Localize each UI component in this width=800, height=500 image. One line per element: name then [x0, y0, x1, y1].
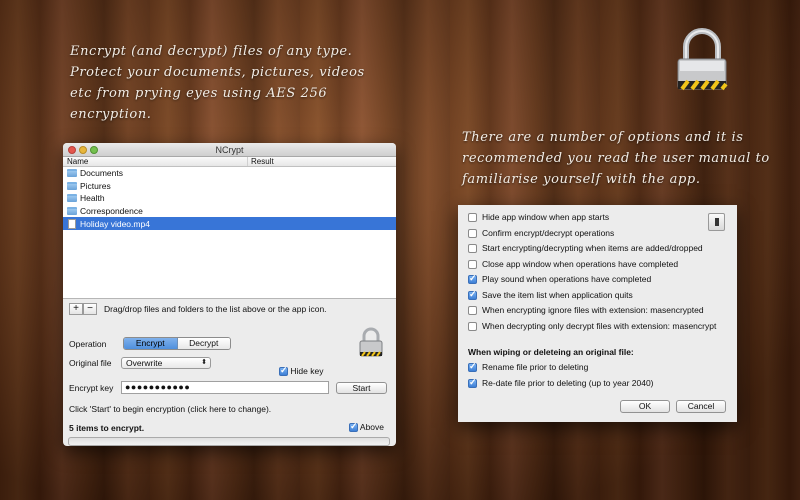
- wipe-section-title: When wiping or deleteing an original fil…: [468, 347, 634, 357]
- checkbox-checked-icon: [468, 377, 477, 388]
- option-checkbox-5[interactable]: Play sound when operations have complete…: [468, 273, 652, 285]
- updown-arrows-icon: ⬍: [201, 359, 207, 366]
- original-file-label: Original file: [69, 358, 112, 368]
- mode-hint[interactable]: Click 'Start' to begin encryption (click…: [69, 404, 271, 414]
- option-checkbox-7[interactable]: When encrypting ignore files with extens…: [468, 305, 704, 316]
- wipe-option-checkbox-2[interactable]: Re-date file prior to deleting (up to ye…: [468, 377, 654, 388]
- option-label: Confirm encrypt/decrypt operations: [482, 227, 615, 238]
- progress-bar: [68, 437, 390, 446]
- folder-icon: [67, 181, 77, 190]
- add-button[interactable]: +: [69, 303, 83, 315]
- file-row[interactable]: Holiday video.mp4: [63, 217, 396, 230]
- checkbox-unchecked-icon: [468, 259, 477, 269]
- option-checkbox-2[interactable]: Confirm encrypt/decrypt operations: [468, 228, 614, 238]
- right-caption: There are a number of options and it is …: [462, 130, 770, 187]
- option-label: When encrypting ignore files with extens…: [482, 305, 704, 315]
- close-button[interactable]: [68, 146, 76, 154]
- option-checkbox-4[interactable]: Close app window when operations have co…: [468, 259, 678, 269]
- above-checkbox[interactable]: Above: [349, 421, 385, 433]
- checkbox-checked-icon: [468, 289, 477, 300]
- checkbox-checked-icon: [468, 361, 477, 373]
- option-checkbox-8[interactable]: When decrypting only decrypt files with …: [468, 321, 716, 331]
- option-label: Rename file prior to deleting: [482, 362, 589, 372]
- cancel-button[interactable]: Cancel: [676, 400, 726, 413]
- option-checkbox-6[interactable]: Save the item list when application quit…: [468, 289, 633, 300]
- file-name: Documents: [80, 168, 123, 179]
- folder-icon: [67, 194, 77, 203]
- ok-button[interactable]: OK: [620, 400, 670, 413]
- options-panel: Hide app window when app starts Confirm e…: [458, 205, 737, 422]
- file-name: Health: [80, 193, 105, 204]
- wipe-option-checkbox-1[interactable]: Rename file prior to deleting: [468, 361, 589, 373]
- file-name: Correspondence: [80, 206, 143, 217]
- option-label: Play sound when operations have complete…: [482, 274, 652, 284]
- checkbox-checked-icon: [468, 273, 477, 285]
- above-label: Above: [359, 422, 385, 432]
- file-row[interactable]: Documents: [63, 167, 396, 180]
- hide-key-label: Hide key: [290, 366, 324, 376]
- switch-icon: [708, 213, 725, 231]
- left-caption: Encrypt (and decrypt) files of any type.…: [70, 44, 365, 122]
- option-label: Start encrypting/decrypting when items a…: [482, 243, 703, 253]
- encrypt-key-label: Encrypt key: [69, 383, 114, 393]
- file-row[interactable]: Pictures: [63, 180, 396, 193]
- folder-icon: [67, 169, 77, 178]
- file-list[interactable]: Name Result Documents Pictures Health Corre…: [63, 157, 396, 299]
- padlock-icon: [677, 28, 728, 91]
- file-name: Pictures: [80, 180, 111, 191]
- operation-segmented-control: Encrypt Decrypt: [123, 337, 231, 350]
- window-title: NCrypt: [215, 145, 244, 155]
- checkbox-unchecked-icon: [468, 228, 477, 238]
- column-header-name[interactable]: Name: [63, 157, 248, 166]
- checkbox-checked-icon: [279, 365, 288, 377]
- file-row[interactable]: Health: [63, 192, 396, 205]
- option-label: Save the item list when application quit…: [482, 289, 633, 300]
- option-label: Hide app window when app starts: [482, 212, 610, 222]
- original-file-select[interactable]: Overwrite ⬍: [121, 357, 211, 369]
- checkbox-unchecked-icon: [468, 306, 477, 316]
- item-count: 5 items to encrypt.: [69, 423, 145, 433]
- decrypt-segment[interactable]: Decrypt: [177, 338, 230, 349]
- option-checkbox-3[interactable]: Start encrypting/decrypting when items a…: [468, 243, 703, 254]
- list-header: Name Result: [63, 157, 396, 167]
- checkbox-unchecked-icon: [468, 244, 477, 254]
- padlock-icon: [359, 327, 383, 357]
- folder-icon: [67, 207, 77, 216]
- title-bar: NCrypt: [63, 143, 396, 157]
- option-label: When decrypting only decrypt files with …: [482, 320, 717, 331]
- option-label: Re-date file prior to deleting (up to ye…: [482, 377, 654, 388]
- option-checkbox-1[interactable]: Hide app window when app starts: [468, 212, 610, 223]
- drag-hint: Drag/drop files and folders to the list …: [104, 304, 327, 314]
- column-header-result[interactable]: Result: [248, 157, 274, 166]
- start-button[interactable]: Start: [336, 382, 387, 394]
- zoom-button[interactable]: [90, 146, 98, 154]
- checkbox-checked-icon: [349, 421, 358, 433]
- hide-key-checkbox[interactable]: Hide key: [279, 365, 324, 377]
- checkbox-unchecked-icon: [468, 321, 477, 331]
- remove-button[interactable]: −: [83, 303, 97, 315]
- option-label: Close app window when operations have co…: [482, 258, 679, 269]
- document-icon: [68, 218, 76, 229]
- minimize-button[interactable]: [79, 146, 87, 154]
- encrypt-segment[interactable]: Encrypt: [124, 338, 178, 349]
- file-row[interactable]: Correspondence: [63, 205, 396, 218]
- file-name: Holiday video.mp4: [80, 218, 150, 229]
- operation-label: Operation: [69, 339, 107, 349]
- original-file-value: Overwrite: [126, 358, 163, 368]
- checkbox-unchecked-icon: [468, 213, 477, 223]
- ncrypt-window: NCrypt Name Result Documents Pictures Heal…: [63, 143, 396, 446]
- encrypt-key-field[interactable]: ●●●●●●●●●●●: [121, 381, 329, 394]
